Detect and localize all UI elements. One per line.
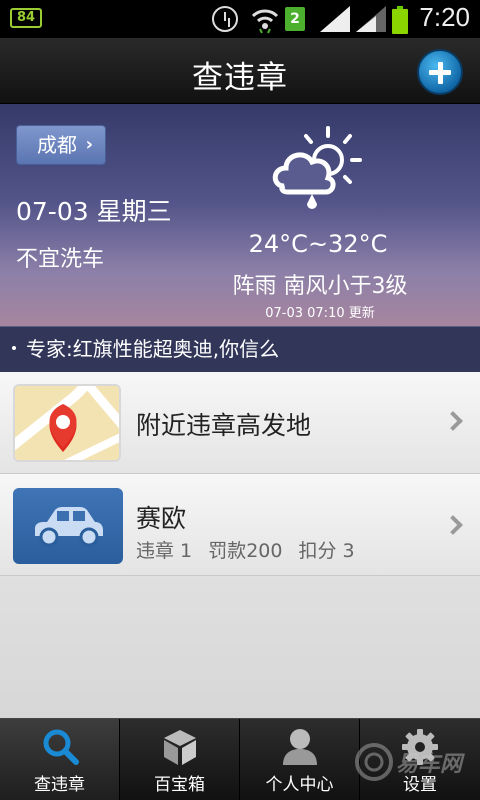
shower-weather-icon xyxy=(272,126,362,209)
nearby-violations-title: 附近违章高发地 xyxy=(136,411,312,440)
box-icon xyxy=(164,730,196,765)
tab-toolbox[interactable]: 百宝箱 xyxy=(120,719,240,800)
signal-icon xyxy=(320,6,350,32)
search-icon xyxy=(43,729,79,765)
chevron-right-icon xyxy=(443,411,463,431)
city-label: 成都 xyxy=(37,133,77,157)
weather-condition: 阵雨 南风小于3级 xyxy=(232,274,408,299)
map-thumbnail xyxy=(13,384,121,462)
city-select-button[interactable]: 成都 › xyxy=(16,125,106,165)
vehicle-violation-summary: 违章 1 罚款200 扣分 3 xyxy=(136,536,365,563)
sim-badge: 2 xyxy=(285,7,305,31)
fine-amount: 罚款200 xyxy=(208,540,283,562)
penalty-points: 扣分 3 xyxy=(298,540,355,562)
tab-label: 查违章 xyxy=(34,775,85,795)
battery-indicator-left: 84 xyxy=(10,8,42,28)
watermark-logo: 易车网 xyxy=(352,740,472,790)
temperature-range: 24°C~32°C xyxy=(248,230,388,258)
status-bar: 84 2 7:20 xyxy=(0,0,480,38)
date-label: 07-03 星期三 xyxy=(16,197,172,226)
car-wash-advice: 不宜洗车 xyxy=(16,247,105,272)
clock: 7:20 xyxy=(419,2,470,32)
update-time: 07-03 07:10 更新 xyxy=(265,306,375,321)
signal-icon-secondary xyxy=(356,6,386,32)
add-vehicle-button[interactable] xyxy=(417,49,463,95)
list-item-nearby-violations[interactable]: 附近违章高发地 xyxy=(0,372,480,474)
weather-panel: 成都 › 07-03 星期三 不宜洗车 24°C~32°C 阵雨 南风小于3级 … xyxy=(0,104,480,326)
watermark-swirl-icon xyxy=(355,743,393,781)
alarm-icon xyxy=(212,6,238,32)
news-headline: 专家:红旗性能超奥迪,你信么 xyxy=(26,337,280,361)
tab-profile[interactable]: 个人中心 xyxy=(240,719,360,800)
tab-label: 个人中心 xyxy=(265,775,334,795)
chevron-right-icon: › xyxy=(85,134,93,155)
car-thumbnail xyxy=(13,488,123,564)
plus-icon xyxy=(429,61,451,84)
map-pin-icon xyxy=(15,386,119,460)
vehicle-name: 赛欧 xyxy=(136,504,187,533)
tab-label: 百宝箱 xyxy=(154,775,205,795)
watermark-text: 易车网 xyxy=(396,752,463,777)
violation-count: 违章 1 xyxy=(136,540,193,562)
bullet-icon xyxy=(12,345,16,350)
title-bar: 查违章 xyxy=(0,38,480,104)
page-title: 查违章 xyxy=(192,60,288,96)
main-list: 附近违章高发地 赛欧 违章 1 罚款200 扣分 3 xyxy=(0,372,480,718)
car-icon xyxy=(35,507,103,547)
news-ticker[interactable]: 专家:红旗性能超奥迪,你信么 xyxy=(0,326,480,372)
person-icon xyxy=(283,729,317,765)
wifi-icon xyxy=(251,9,279,34)
chevron-right-icon xyxy=(443,515,463,535)
battery-icon xyxy=(392,6,408,34)
list-item-vehicle[interactable]: 赛欧 违章 1 罚款200 扣分 3 xyxy=(0,474,480,576)
tab-check-violations[interactable]: 查违章 xyxy=(0,719,120,800)
